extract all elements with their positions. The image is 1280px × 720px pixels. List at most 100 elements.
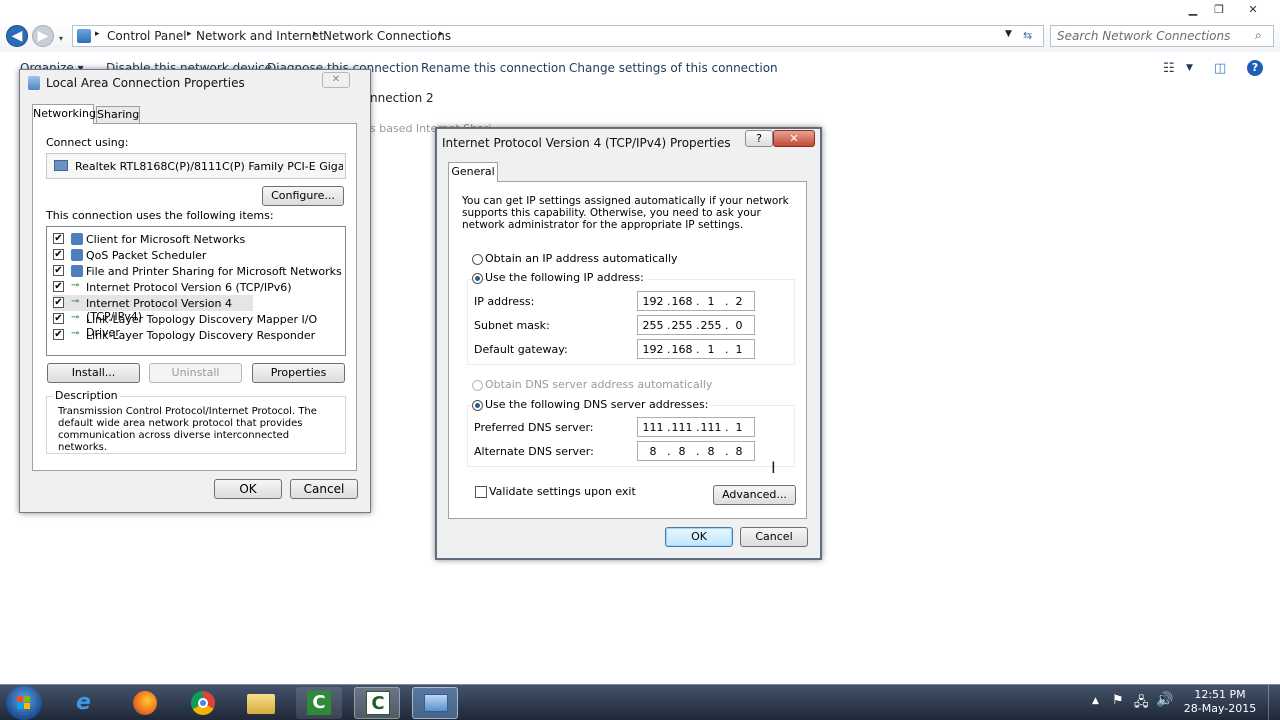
start-button[interactable]: [6, 686, 42, 720]
ok-button[interactable]: OK: [665, 527, 733, 547]
close-icon[interactable]: ✕: [773, 130, 815, 147]
view-dropdown-icon[interactable]: ▼: [1186, 63, 1193, 73]
back-arrow-icon[interactable]: ◀: [6, 25, 28, 47]
restore-icon[interactable]: ❐: [1206, 2, 1232, 18]
general-tab-panel: You can get IP settings assigned automat…: [448, 181, 807, 519]
chrome-taskbar-button[interactable]: [180, 687, 226, 719]
tab-networking[interactable]: Networking: [32, 104, 96, 124]
rename-command[interactable]: Rename this connection: [421, 61, 566, 75]
address-dropdown-icon[interactable]: ▼: [1005, 29, 1012, 39]
item-checkbox[interactable]: ✔: [53, 265, 64, 276]
search-icon[interactable]: ⌕: [1255, 28, 1262, 43]
close-icon[interactable]: ✕: [1240, 2, 1266, 18]
default-gateway-field[interactable]: 192. 168. 1. 1: [637, 339, 755, 359]
list-item[interactable]: ✔ ⊸ Internet Protocol Version 6 (TCP/IPv…: [53, 279, 343, 295]
refresh-icon[interactable]: ⇆: [1023, 29, 1032, 42]
obtain-ip-radio[interactable]: [472, 254, 483, 265]
service-icon: [71, 249, 83, 261]
properties-button[interactable]: Properties: [252, 363, 345, 383]
file-explorer-taskbar-button[interactable]: [238, 687, 284, 719]
default-gateway-label: Default gateway:: [474, 343, 568, 356]
ip-address-field[interactable]: 192. 168. 1. 2: [637, 291, 755, 311]
clock[interactable]: 12:51 PM 28-May-2015: [1180, 688, 1260, 716]
list-item[interactable]: ✔ ⊸ Link-Layer Topology Discovery Mapper…: [53, 311, 343, 339]
ip-octet: 111: [642, 421, 664, 434]
ip-octet: 255: [671, 319, 693, 332]
obtain-dns-radio[interactable]: [472, 380, 483, 391]
preview-pane-icon[interactable]: ◫: [1214, 61, 1226, 76]
subnet-mask-label: Subnet mask:: [474, 319, 550, 332]
camtasia-recorder-taskbar-button[interactable]: C: [354, 687, 400, 719]
description-label: Description: [53, 389, 120, 402]
item-checkbox[interactable]: ✔: [53, 313, 64, 324]
search-box[interactable]: Search Network Connections ⌕: [1050, 25, 1274, 47]
use-ip-radio[interactable]: [472, 273, 483, 284]
alternate-dns-field[interactable]: 8. 8. 8. 8: [637, 441, 755, 461]
preferred-dns-field[interactable]: 111. 111. 111. 1: [637, 417, 755, 437]
cancel-button[interactable]: Cancel: [740, 527, 808, 547]
item-checkbox[interactable]: ✔: [53, 249, 64, 260]
tab-general[interactable]: General: [448, 162, 498, 182]
item-label: Link-Layer Topology Discovery Responder: [86, 329, 316, 342]
close-icon[interactable]: ✕: [322, 72, 350, 88]
breadcrumb-network-connections[interactable]: Network Connections: [323, 29, 451, 43]
validate-checkbox[interactable]: [475, 486, 487, 498]
address-bar[interactable]: ▸ Control Panel ▸ Network and Internet ▸…: [72, 25, 1044, 47]
breadcrumb-network-internet[interactable]: Network and Internet: [196, 29, 324, 43]
breadcrumb-control-panel[interactable]: Control Panel: [107, 29, 187, 43]
firefox-taskbar-button[interactable]: [122, 687, 168, 719]
uninstall-button[interactable]: Uninstall: [149, 363, 242, 383]
action-center-flag-icon[interactable]: ⚑: [1112, 693, 1124, 708]
item-checkbox[interactable]: ✔: [53, 329, 64, 340]
network-tray-icon[interactable]: 🖧: [1134, 693, 1149, 715]
install-button[interactable]: Install...: [47, 363, 140, 383]
adapter-icon: [54, 160, 68, 171]
camtasia-taskbar-button[interactable]: C: [296, 687, 342, 719]
windows-logo-icon: [17, 696, 23, 702]
obtain-ip-label: Obtain an IP address automatically: [485, 252, 678, 265]
text-cursor-icon: I: [771, 458, 776, 477]
change-settings-command[interactable]: Change settings of this connection: [569, 61, 778, 75]
ip-octet: 111: [671, 421, 693, 434]
intro-text: You can get IP settings assigned automat…: [462, 195, 789, 231]
cancel-button[interactable]: Cancel: [290, 479, 358, 499]
list-item[interactable]: ✔ QoS Packet Scheduler: [53, 247, 343, 263]
breadcrumb-arrow-icon: ▸: [95, 29, 100, 39]
firefox-icon: [133, 691, 157, 715]
subnet-mask-field[interactable]: 255. 255. 255. 0: [637, 315, 755, 335]
network-connections-taskbar-button[interactable]: [412, 687, 458, 719]
advanced-button[interactable]: Advanced...: [713, 485, 796, 505]
tab-sharing[interactable]: Sharing: [96, 106, 140, 124]
list-item[interactable]: ✔ ⊸ Link-Layer Topology Discovery Respon…: [53, 327, 343, 343]
use-dns-label: Use the following DNS server addresses:: [485, 398, 711, 411]
ipv4-properties-dialog: Internet Protocol Version 4 (TCP/IPv4) P…: [435, 127, 822, 560]
use-dns-radio[interactable]: [472, 400, 483, 411]
dialog-title: Local Area Connection Properties: [46, 76, 245, 90]
ok-button[interactable]: OK: [214, 479, 282, 499]
list-item-selected[interactable]: ✔ ⊸ Internet Protocol Version 4 (TCP/IPv…: [53, 295, 253, 323]
show-hidden-icons-icon[interactable]: ▲: [1092, 696, 1099, 706]
minimize-icon[interactable]: ▁: [1180, 2, 1206, 18]
volume-icon[interactable]: 🔊: [1156, 692, 1173, 708]
list-item[interactable]: ✔ File and Printer Sharing for Microsoft…: [53, 263, 343, 279]
recent-pages-chevron-icon[interactable]: ▾: [59, 34, 63, 43]
configure-button[interactable]: Configure...: [262, 186, 344, 206]
obtain-dns-label: Obtain DNS server address automatically: [485, 378, 713, 391]
ip-octet: 111: [700, 421, 722, 434]
show-desktop-button[interactable]: [1268, 685, 1280, 720]
item-checkbox[interactable]: ✔: [53, 233, 64, 244]
ip-octet: 1: [707, 343, 715, 356]
item-checkbox[interactable]: ✔: [53, 297, 64, 308]
lac-properties-dialog: Local Area Connection Properties ✕ Netwo…: [19, 69, 371, 513]
view-options-icon[interactable]: ☷: [1163, 61, 1175, 76]
connection-name[interactable]: nnection 2: [370, 91, 434, 105]
ip-octet: 1: [735, 343, 743, 356]
help-icon[interactable]: ?: [1247, 60, 1263, 76]
list-item[interactable]: ✔ Client for Microsoft Networks: [53, 231, 343, 247]
item-checkbox[interactable]: ✔: [53, 281, 64, 292]
internet-explorer-taskbar-button[interactable]: e: [64, 687, 110, 719]
forward-arrow-icon[interactable]: ▶: [32, 25, 54, 47]
control-panel-icon: [77, 29, 91, 43]
use-ip-label: Use the following IP address:: [485, 271, 646, 284]
help-icon[interactable]: ?: [745, 130, 773, 147]
